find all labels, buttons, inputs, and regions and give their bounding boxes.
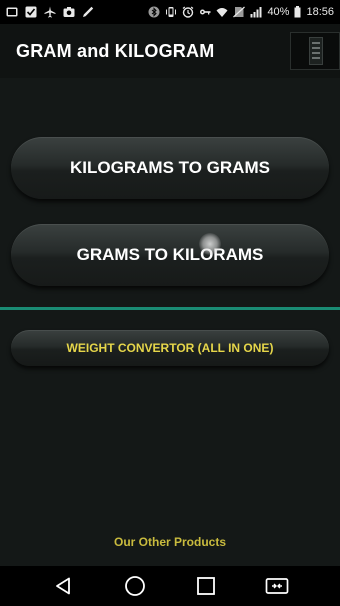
screen-share-icon [265,578,288,594]
wifi-icon [216,6,228,18]
navigation-bar [0,566,340,606]
bluetooth-icon [148,6,160,18]
recents-icon [196,577,215,595]
no-sim-icon [233,6,246,18]
main-content: KILOGRAMS TO GRAMS GRAMS TO KILORAMS WEI… [0,78,340,566]
our-other-products-link[interactable]: Our Other Products [0,535,340,553]
recents-button[interactable] [193,573,219,599]
kilograms-to-grams-button[interactable]: KILOGRAMS TO GRAMS [11,137,329,199]
back-icon [55,577,70,595]
status-bar-left [6,6,94,18]
back-button[interactable] [51,573,77,599]
status-bar: 40% 18:56 [0,0,340,24]
key-icon [199,6,211,18]
accent-divider [0,307,340,310]
grams-to-kilograms-label: GRAMS TO KILORAMS [76,245,264,264]
grams-to-kilograms-button[interactable]: GRAMS TO KILORAMS [11,224,329,286]
vibrate-icon [165,6,177,18]
battery-percent: 40% [267,6,290,18]
signal-icon [250,6,262,18]
weight-convertor-label: WEIGHT CONVERTOR (ALL IN ONE) [66,341,274,355]
screen-share-button[interactable] [264,573,290,599]
app-title: GRAM and KILOGRAM [16,40,215,61]
home-icon [124,576,145,596]
status-time: 18:56 [306,6,334,18]
alarm-icon [182,6,194,18]
app-bar: GRAM and KILOGRAM [0,24,340,78]
status-bar-right: 40% 18:56 [148,6,334,18]
airplane-icon [44,6,56,18]
battery-icon [294,6,301,18]
weight-convertor-all-in-one-button[interactable]: WEIGHT CONVERTOR (ALL IN ONE) [11,330,329,366]
app-icon-thumbnail[interactable] [290,32,340,70]
kilograms-to-grams-label: KILOGRAMS TO GRAMS [70,158,270,177]
home-button[interactable] [122,573,148,599]
checkbox-icon [25,6,37,18]
phone-thumbnail-icon [309,37,323,65]
camera-icon [63,6,75,18]
gallery-icon [6,6,18,18]
pen-icon [82,6,94,18]
